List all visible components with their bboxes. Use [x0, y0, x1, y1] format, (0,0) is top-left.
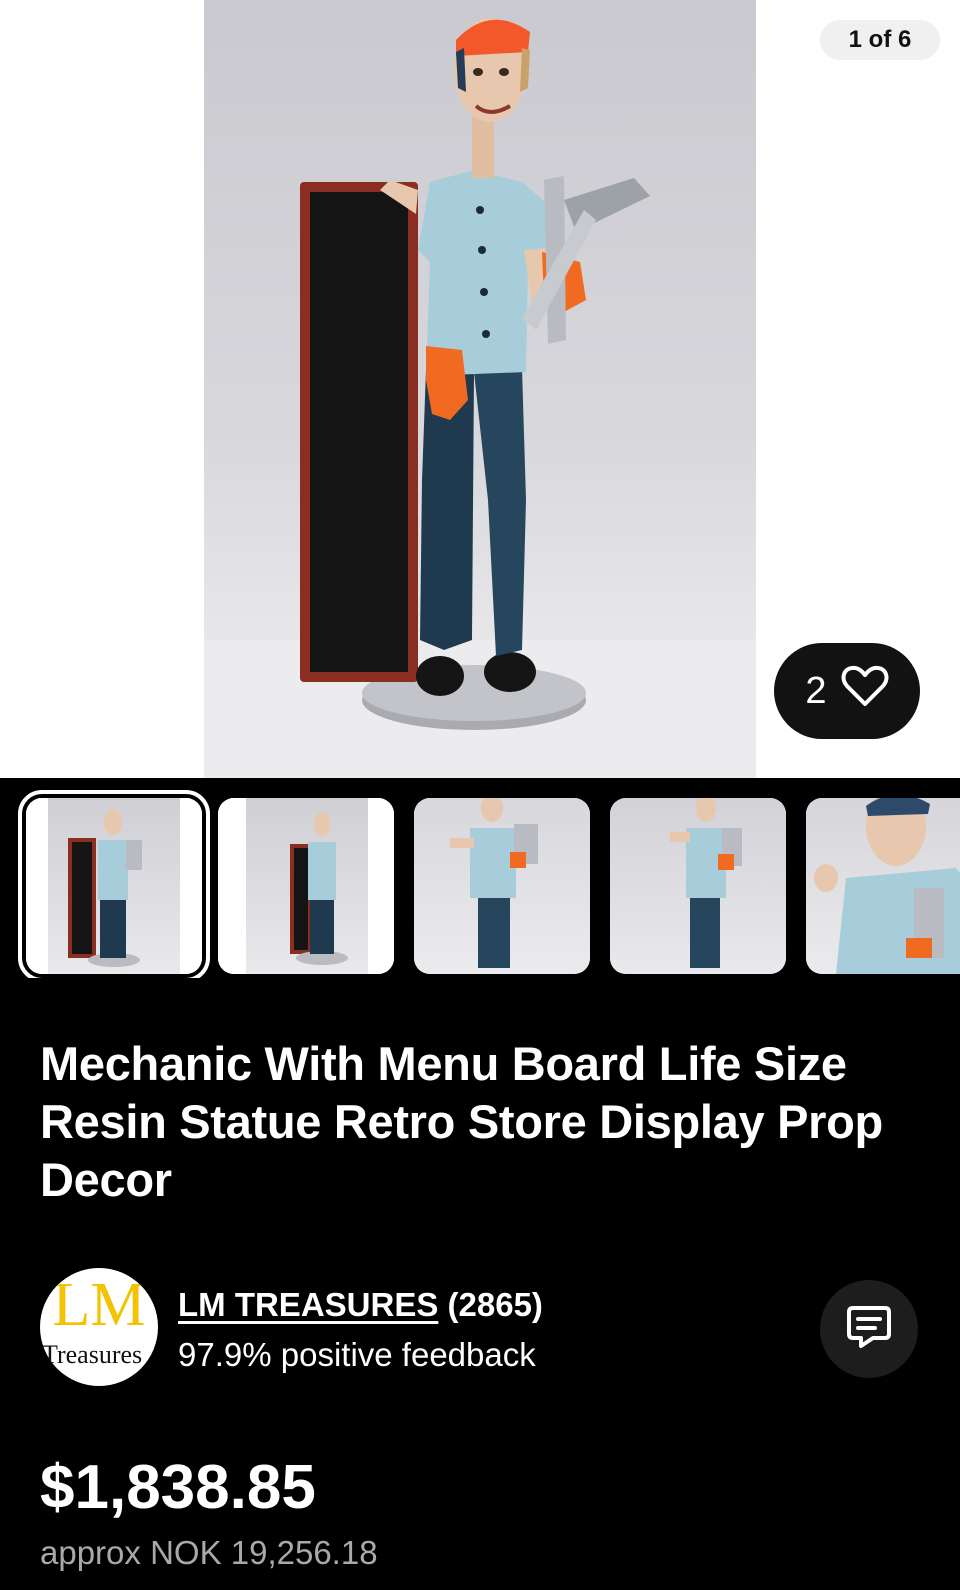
- thumbnail-5[interactable]: [806, 798, 960, 974]
- heart-icon: [841, 665, 889, 717]
- seller-name-line[interactable]: LM TREASURES (2865): [178, 1286, 543, 1324]
- avatar-logo-text: LM: [52, 1271, 146, 1339]
- image-gallery[interactable]: 1 of 6 2: [0, 0, 960, 778]
- thumbnail-2[interactable]: [218, 798, 394, 974]
- seller-feedback: 97.9% positive feedback: [178, 1336, 536, 1373]
- thumbnail-image: [218, 798, 394, 974]
- message-seller-button[interactable]: [820, 1280, 918, 1378]
- avatar-logo-subtext: Treasures: [42, 1340, 143, 1369]
- thumbnail-image: [450, 798, 538, 968]
- item-price: $1,838.85: [40, 1453, 316, 1522]
- listing-title: Mechanic With Menu Board Life Size Resin…: [40, 1037, 883, 1206]
- chat-message-icon: [845, 1304, 893, 1355]
- statue-illustration: [204, 18, 756, 778]
- watch-count: 2: [805, 669, 827, 712]
- watch-button[interactable]: 2: [774, 643, 920, 739]
- thumbnail-image: [670, 798, 742, 968]
- thumbnail-image: [814, 798, 960, 974]
- seller-name-link[interactable]: LM TREASURES: [178, 1286, 438, 1323]
- thumbnail-strip[interactable]: [0, 778, 960, 978]
- thumbnail-image: [26, 798, 202, 974]
- image-counter: 1 of 6: [820, 20, 940, 60]
- thumbnail-1[interactable]: [18, 790, 210, 978]
- seller-info[interactable]: LM Treasures LM TREASURES (2865) 97.9% p…: [40, 1268, 920, 1388]
- thumbnail-3[interactable]: [414, 798, 590, 974]
- seller-avatar[interactable]: LM Treasures: [40, 1268, 158, 1386]
- main-product-image[interactable]: [204, 0, 756, 778]
- thumbnail-4[interactable]: [610, 798, 786, 974]
- approx-local-price: approx NOK 19,256.18: [40, 1534, 378, 1571]
- seller-rating-count: (2865): [447, 1286, 543, 1323]
